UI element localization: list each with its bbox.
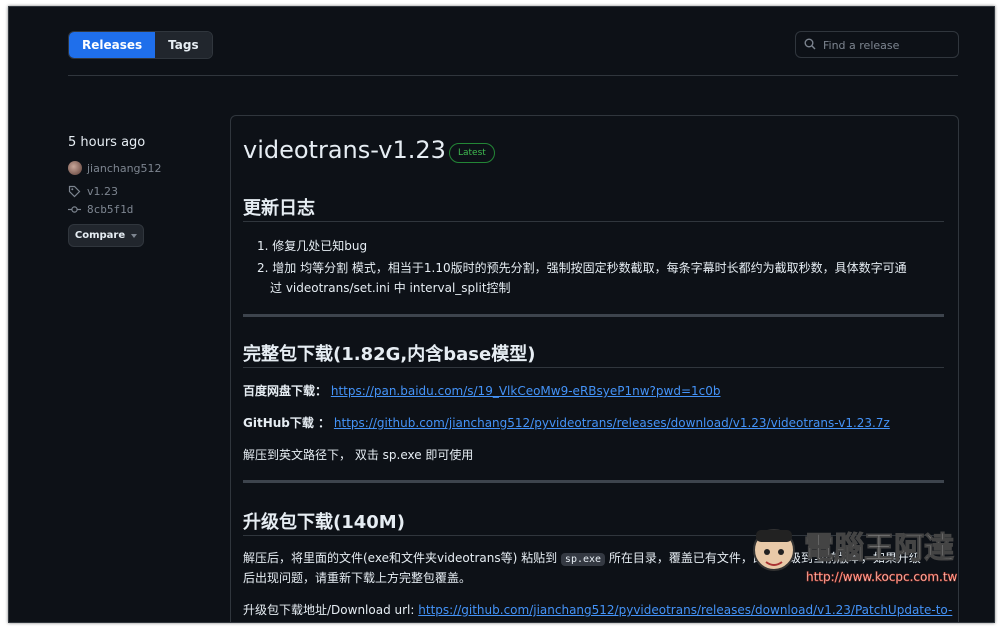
chevron-down-icon	[131, 233, 138, 238]
upgrade-text: 解压后，将里面的文件(exe和文件夹videotrans等) 粘贴到	[243, 551, 558, 565]
baidu-download-line: 百度网盘下载： https://pan.baidu.com/s/19_VlkCe…	[243, 382, 721, 399]
author-link[interactable]: jianchang512	[68, 161, 162, 175]
search-input[interactable]	[821, 34, 955, 56]
upgrade-url-label: 升级包下载地址/Download url:	[243, 603, 415, 617]
section-divider	[243, 314, 944, 317]
upgrade-instructions-continuation: 后出现问题，请重新下载上方完整包覆盖。	[243, 571, 472, 585]
avatar	[68, 161, 82, 175]
watermark-url: http://www.kocpc.com.tw	[806, 570, 958, 584]
github-download-line: GitHub下载 ： https://github.com/jianchang5…	[243, 414, 890, 431]
extract-note: 解压到英文路径下， 双击 sp.exe 即可使用	[243, 448, 474, 462]
commit-hash: 8cb5f1d	[87, 203, 134, 216]
heading-rule	[243, 367, 944, 368]
releases-tags-switch: Releases Tags	[68, 31, 213, 59]
watermark-title: 電腦王阿達	[804, 531, 954, 566]
changelog-item: 2. 增加 均等分割 模式，相当于1.10版时的预先分割，强制按固定秒数截取，每…	[257, 261, 907, 275]
commit-icon	[68, 206, 81, 213]
author-name: jianchang512	[87, 161, 162, 175]
heading-rule	[243, 221, 944, 222]
release-page: Releases Tags 5 hours ago jianchang512 v…	[8, 6, 995, 623]
watermark-logo: 電腦王阿達 http://www.kocpc.com.tw	[753, 529, 958, 584]
tag-name: v1.23	[87, 185, 119, 198]
header-divider	[68, 75, 958, 76]
full-package-heading: 完整包下载(1.82G,内含base模型)	[243, 344, 536, 365]
release-time: 5 hours ago	[68, 135, 146, 150]
changelog-item-continuation: 过 videotrans/set.ini 中 interval_split控制	[270, 281, 511, 295]
baidu-label: 百度网盘下载：	[243, 384, 328, 398]
upgrade-link[interactable]: https://github.com/jianchang512/pyvideot…	[418, 603, 952, 617]
github-link[interactable]: https://github.com/jianchang512/pyvideot…	[334, 416, 890, 430]
latest-badge: Latest	[449, 143, 495, 163]
release-title[interactable]: videotrans-v1.23	[243, 136, 446, 164]
upgrade-heading: 升级包下载(140M)	[243, 512, 405, 533]
tag-icon	[68, 185, 81, 198]
commit-link[interactable]: 8cb5f1d	[68, 203, 133, 216]
compare-label: Compare	[74, 230, 126, 241]
search-icon	[804, 38, 816, 50]
baidu-link[interactable]: https://pan.baidu.com/s/19_VlkCeoMw9-eRB…	[331, 384, 721, 398]
section-divider	[243, 480, 944, 483]
changelog-item: 1. 修复几处已知bug	[257, 239, 368, 253]
tag-link[interactable]: v1.23	[68, 185, 118, 198]
compare-button[interactable]: Compare	[68, 224, 144, 247]
release-search[interactable]	[795, 31, 959, 58]
github-label: GitHub下载 ：	[243, 416, 331, 430]
tab-releases[interactable]: Releases	[69, 32, 156, 58]
changelog-heading: 更新日志	[243, 198, 315, 219]
upgrade-url-line: 升级包下载地址/Download url: https://github.com…	[243, 601, 952, 618]
upgrade-code: sp.exe	[560, 553, 606, 566]
tab-tags[interactable]: Tags	[155, 32, 212, 58]
